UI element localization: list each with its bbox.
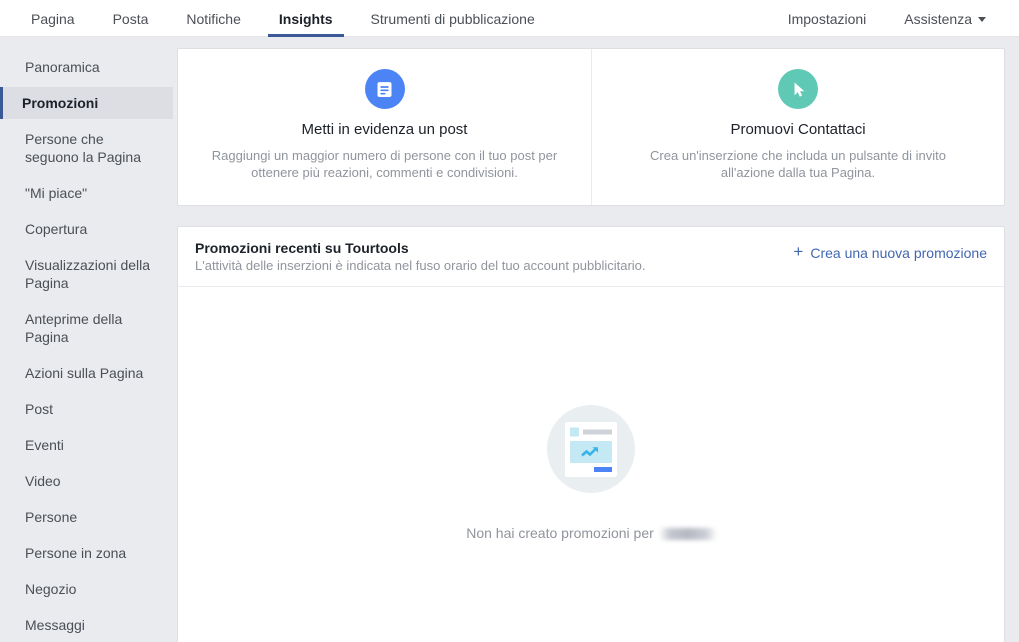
tab-notifiche[interactable]: Notifiche: [167, 0, 259, 37]
promote-cta-title: Promuovi Contattaci: [730, 121, 866, 138]
top-nav-left-group: Pagina Posta Notifiche Insights Strument…: [0, 0, 554, 37]
sidebar-item-label: Eventi: [25, 437, 64, 453]
promote-cta-description: Crea un'inserzione che includa un pulsan…: [650, 148, 946, 180]
sidebar-item-post[interactable]: Post: [0, 393, 173, 425]
sidebar-item-messaggi[interactable]: Messaggi: [0, 609, 173, 641]
mouse-cursor-icon: [778, 69, 818, 109]
create-new-promotion-label: Crea una nuova promozione: [810, 244, 987, 261]
recent-promotions-subtitle: L'attività delle inserzioni è indicata n…: [195, 258, 646, 273]
tab-posta[interactable]: Posta: [94, 0, 168, 37]
page-body: Panoramica Promozioni Persone che seguon…: [0, 37, 1019, 642]
sidebar-item-copertura[interactable]: Copertura: [0, 213, 173, 245]
plus-icon: +: [793, 242, 804, 261]
boost-post-description: Raggiungi un maggior numero di persone c…: [211, 148, 558, 180]
sidebar-item-anteprime-della-pagina[interactable]: Anteprime della Pagina: [0, 303, 173, 353]
promotion-options-panel: Metti in evidenza un post Raggiungi un m…: [177, 48, 1005, 206]
empty-state-message-text: Non hai creato promozioni per: [466, 525, 654, 541]
sidebar-item-mi-piace[interactable]: "Mi piace": [0, 177, 173, 209]
boost-post-card[interactable]: Metti in evidenza un post Raggiungi un m…: [178, 49, 591, 205]
recent-promotions-heading-group: Promozioni recenti su Tourtools L'attivi…: [195, 240, 793, 274]
sidebar-item-promozioni[interactable]: Promozioni: [0, 87, 173, 119]
empty-state-message: Non hai creato promozioni per: [466, 525, 716, 541]
tab-assistenza-label: Assistenza: [904, 10, 972, 27]
sidebar-item-label: Copertura: [25, 221, 88, 237]
sidebar-item-video[interactable]: Video: [0, 465, 173, 497]
tab-notifiche-label: Notifiche: [186, 10, 241, 27]
ad-preview-chart-illustration: [547, 405, 635, 493]
top-nav-right-group: Impostazioni Assistenza: [769, 0, 1019, 37]
recent-promotions-title: Promozioni recenti su Tourtools: [195, 240, 409, 256]
tab-insights[interactable]: Insights: [260, 0, 352, 37]
post-document-icon: [364, 69, 405, 109]
sidebar-item-label: Messaggi: [25, 617, 85, 633]
sidebar-item-label: Negozio: [25, 581, 77, 597]
sidebar-item-label: Anteprime della Pagina: [25, 311, 123, 345]
sidebar-item-label: Persone in zona: [25, 545, 127, 561]
insights-sidebar: Panoramica Promozioni Persone che seguon…: [0, 37, 173, 642]
tab-impostazioni-label: Impostazioni: [787, 10, 867, 27]
recent-promotions-panel: Promozioni recenti su Tourtools L'attivi…: [177, 226, 1005, 642]
empty-state: Non hai creato promozioni per: [178, 287, 1004, 642]
sidebar-item-label: Video: [25, 473, 61, 489]
top-navigation-bar: Pagina Posta Notifiche Insights Strument…: [0, 0, 1019, 37]
promote-cta-card[interactable]: Promuovi Contattaci Crea un'inserzione c…: [591, 49, 1004, 205]
boost-post-title: Metti in evidenza un post: [301, 121, 468, 138]
sidebar-item-persone[interactable]: Persone: [0, 501, 173, 533]
chevron-down-icon: [978, 17, 986, 22]
redacted-page-name: [659, 528, 716, 540]
recent-promotions-header: Promozioni recenti su Tourtools L'attivi…: [178, 227, 1004, 287]
tab-posta-label: Posta: [112, 10, 149, 27]
tab-impostazioni[interactable]: Impostazioni: [769, 0, 886, 37]
create-new-promotion-button[interactable]: + Crea una nuova promozione: [793, 240, 987, 261]
tab-strumenti-di-pubblicazione[interactable]: Strumenti di pubblicazione: [352, 0, 554, 37]
tab-insights-label: Insights: [278, 10, 333, 27]
sidebar-item-eventi[interactable]: Eventi: [0, 429, 173, 461]
sidebar-item-persone-in-zona[interactable]: Persone in zona: [0, 537, 173, 569]
tab-pagina[interactable]: Pagina: [12, 0, 94, 37]
sidebar-item-label: Persone: [25, 509, 78, 525]
sidebar-item-azioni-sulla-pagina[interactable]: Azioni sulla Pagina: [0, 357, 173, 389]
sidebar-item-negozio[interactable]: Negozio: [0, 573, 173, 605]
sidebar-item-label: Post: [25, 401, 54, 417]
sidebar-item-label: Promozioni: [22, 95, 99, 111]
sidebar-item-label: Visualizzazioni della Pagina: [25, 257, 151, 291]
tab-pagina-label: Pagina: [31, 10, 75, 27]
main-content: Metti in evidenza un post Raggiungi un m…: [173, 37, 1019, 642]
sidebar-item-visualizzazioni-della-pagina[interactable]: Visualizzazioni della Pagina: [0, 249, 173, 299]
sidebar-item-label: Azioni sulla Pagina: [25, 365, 144, 381]
sidebar-item-panoramica[interactable]: Panoramica: [0, 51, 173, 83]
tab-strumenti-label: Strumenti di pubblicazione: [370, 10, 535, 27]
sidebar-item-label: Persone che seguono la Pagina: [25, 131, 141, 165]
sidebar-item-persone-che-seguono-la-pagina[interactable]: Persone che seguono la Pagina: [0, 123, 173, 173]
sidebar-item-label: "Mi piace": [25, 185, 88, 201]
sidebar-item-label: Panoramica: [25, 59, 100, 75]
tab-assistenza[interactable]: Assistenza: [885, 0, 1005, 37]
